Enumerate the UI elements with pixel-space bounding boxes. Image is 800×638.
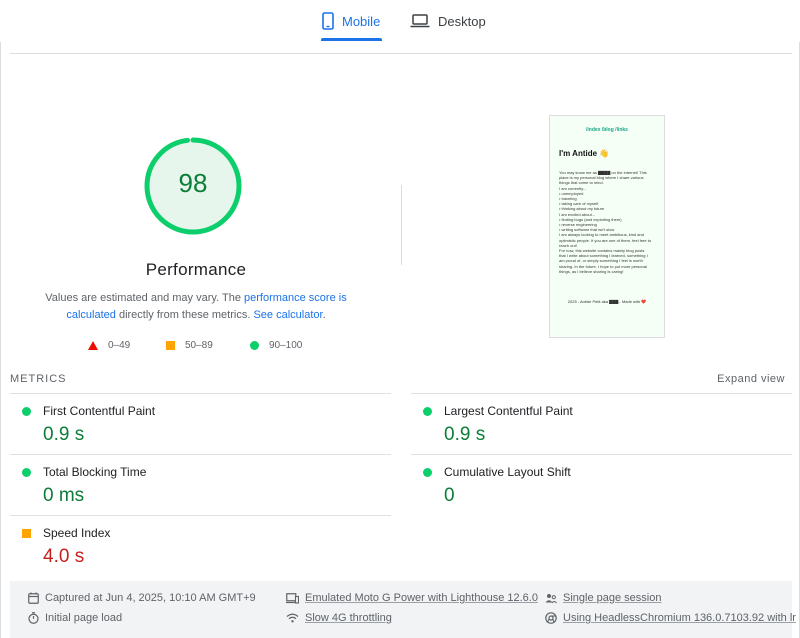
metric-value: 0.9 s xyxy=(444,424,486,445)
metric-value: 0 ms xyxy=(43,485,85,506)
captured-at: Captured at Jun 4, 2025, 10:10 AM GMT+9 xyxy=(28,592,256,604)
throttling-text: Slow 4G throttling xyxy=(305,612,392,624)
calendar-icon xyxy=(28,592,39,604)
legend-fail: 0–49 xyxy=(88,340,130,351)
browser-text: Using HeadlessChromium 136.0.7103.92 wit… xyxy=(563,612,796,624)
metric-lcp: Largest Contentful Paint 0.9 s xyxy=(411,394,791,454)
legend-pass: 90–100 xyxy=(250,340,302,351)
laptop-icon xyxy=(410,14,430,28)
metric-name: Speed Index xyxy=(43,526,111,540)
metric-cls: Cumulative Layout Shift 0 xyxy=(411,455,791,515)
tab-desktop-label: Desktop xyxy=(438,13,486,29)
performance-score: 98 xyxy=(178,168,208,198)
chrome-icon xyxy=(545,612,557,624)
devices-icon xyxy=(286,592,299,604)
captured-text: Captured at Jun 4, 2025, 10:10 AM GMT+9 xyxy=(45,592,256,604)
tab-active-indicator xyxy=(321,38,382,41)
preview-body: You may know me as ▇▇▇▇ on the internet!… xyxy=(559,170,659,274)
people-icon xyxy=(545,593,557,604)
emulated-text: Emulated Moto G Power with Lighthouse 12… xyxy=(305,592,538,604)
performance-title: Performance xyxy=(145,260,247,279)
triangle-icon xyxy=(88,341,98,350)
pass-circle-icon xyxy=(22,407,31,416)
initial-page-load: Initial page load xyxy=(28,612,122,624)
pass-circle-icon xyxy=(423,407,432,416)
metric-name: Largest Contentful Paint xyxy=(444,404,573,418)
preview-title: I'm Antide 👋 xyxy=(559,149,610,158)
description-text: Values are estimated and may vary. The xyxy=(45,292,244,304)
legend-pass-range: 90–100 xyxy=(269,340,303,351)
metrics-heading: METRICS xyxy=(10,373,67,385)
browser-info[interactable]: Using HeadlessChromium 136.0.7103.92 wit… xyxy=(545,612,796,624)
wifi-icon xyxy=(286,613,299,623)
phone-icon xyxy=(322,12,334,30)
tab-desktop[interactable]: Desktop xyxy=(410,0,486,42)
preview-line: things, as I believe sharing is caring! xyxy=(559,268,624,274)
tab-mobile[interactable]: Mobile xyxy=(322,0,380,42)
see-calculator-link[interactable]: See calculator xyxy=(253,309,322,321)
timer-icon xyxy=(28,612,39,624)
average-square-icon xyxy=(22,529,31,538)
legend-fail-range: 0–49 xyxy=(108,340,131,351)
divider xyxy=(10,53,792,54)
legend-average-range: 50–89 xyxy=(185,340,213,351)
metric-name: Total Blocking Time xyxy=(43,465,147,479)
pass-circle-icon xyxy=(22,468,31,477)
metric-speed-index: Speed Index 4.0 s xyxy=(10,516,390,576)
score-legend: 0–49 50–89 90–100 xyxy=(0,340,400,354)
initial-load-text: Initial page load xyxy=(45,612,123,624)
legend-average: 50–89 xyxy=(166,340,213,351)
expand-view-button[interactable]: Expand view xyxy=(717,373,785,385)
tab-mobile-label: Mobile xyxy=(342,13,381,29)
metric-name: Cumulative Layout Shift xyxy=(444,465,571,479)
preview-nav: /index /blog /links xyxy=(586,127,628,133)
metric-value: 0.9 s xyxy=(43,424,85,445)
session-text: Single page session xyxy=(563,592,662,604)
metric-name: First Contentful Paint xyxy=(43,404,156,418)
description-text: directly from these metrics. xyxy=(115,309,254,321)
metric-value: 4.0 s xyxy=(43,546,85,567)
metric-tbt: Total Blocking Time 0 ms xyxy=(10,455,390,515)
circle-icon xyxy=(250,341,259,350)
metric-value: 0 xyxy=(444,485,455,506)
square-icon xyxy=(166,341,175,350)
metric-fcp: First Contentful Paint 0.9 s xyxy=(10,394,390,454)
description-text: . xyxy=(322,309,326,321)
emulated-device[interactable]: Emulated Moto G Power with Lighthouse 12… xyxy=(286,592,538,604)
performance-description: Values are estimated and may vary. The p… xyxy=(40,290,352,324)
pass-circle-icon xyxy=(423,468,432,477)
run-info-footer: Captured at Jun 4, 2025, 10:10 AM GMT+9 … xyxy=(10,581,796,638)
device-tabs: Mobile Desktop xyxy=(0,0,800,42)
network-throttling[interactable]: Slow 4G throttling xyxy=(286,612,392,624)
page-screenshot[interactable]: /index /blog /links I'm Antide 👋 You may… xyxy=(549,115,665,338)
preview-footer: 2025 - Antide Petit aka ▇▇▇ - Made with … xyxy=(567,299,647,304)
vertical-divider xyxy=(401,185,402,265)
page-session[interactable]: Single page session xyxy=(545,592,661,604)
